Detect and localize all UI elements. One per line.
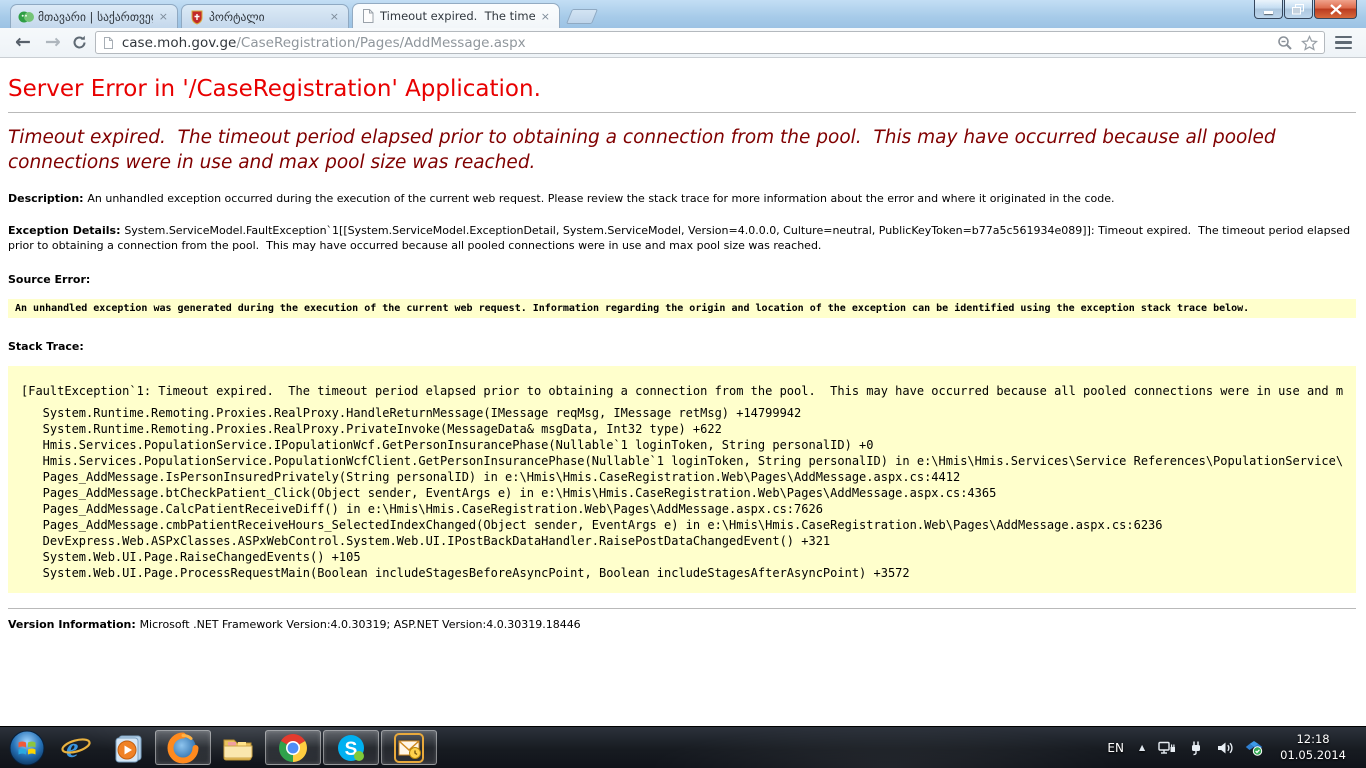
blank-page-icon xyxy=(360,8,376,24)
stack-trace-line: Pages_AddMessage.CalcPatientReceiveDiff(… xyxy=(21,501,1343,517)
browser-window: მთავარი | საქართველოს × პორტალი × Timeou… xyxy=(0,0,1366,726)
tab-title: პორტალი xyxy=(209,10,324,24)
outlook-icon xyxy=(393,732,425,764)
skype-icon: S xyxy=(335,732,367,764)
forward-button[interactable]: → xyxy=(38,33,68,52)
georgia-coat-of-arms-icon xyxy=(189,9,205,25)
language-indicator[interactable]: EN xyxy=(1105,741,1126,755)
clock-time: 12:18 xyxy=(1280,732,1346,748)
page-icon xyxy=(102,36,115,50)
stack-trace-line: DevExpress.Web.ASPxClasses.ASPxWebContro… xyxy=(21,533,1343,549)
maximize-button[interactable] xyxy=(1284,0,1313,19)
page-title: Server Error in '/CaseRegistration' Appl… xyxy=(8,76,1356,102)
volume-icon[interactable] xyxy=(1216,740,1234,756)
folder-icon xyxy=(221,734,255,762)
stack-trace-box: [FaultException`1: Timeout expired. The … xyxy=(8,366,1356,593)
reload-button[interactable] xyxy=(68,35,95,50)
stack-trace-line: Hmis.Services.PopulationService.Populati… xyxy=(21,453,1343,469)
new-tab-button[interactable] xyxy=(566,9,598,24)
taskbar-firefox[interactable] xyxy=(155,730,211,765)
tab-title: Timeout expired. The timeout period elap… xyxy=(380,9,535,23)
firefox-icon xyxy=(167,732,199,764)
back-button[interactable]: ← xyxy=(8,33,38,52)
version-text: Microsoft .NET Framework Version:4.0.303… xyxy=(140,618,581,631)
stack-trace-line: Hmis.Services.PopulationService.IPopulat… xyxy=(21,437,1343,453)
url-host: case.moh.gov.ge xyxy=(122,35,237,51)
minimize-button[interactable] xyxy=(1254,0,1283,19)
description-row: Description: An unhandled exception occu… xyxy=(8,192,1356,207)
tray-expand-button[interactable]: ▲ xyxy=(1137,743,1147,752)
stack-trace-line: System.Runtime.Remoting.Proxies.RealProx… xyxy=(21,421,1343,437)
taskbar-clock[interactable]: 12:18 01.05.2014 xyxy=(1274,732,1352,763)
green-masks-icon xyxy=(18,9,34,25)
svg-text:e: e xyxy=(66,733,78,764)
stack-trace-line: [FaultException`1: Timeout expired. The … xyxy=(21,383,1343,399)
description-text: An unhandled exception occurred during t… xyxy=(87,192,1114,205)
description-label: Description: xyxy=(8,192,87,205)
stack-trace-line: System.Runtime.Remoting.Proxies.RealProx… xyxy=(21,405,1343,421)
source-error-box: An unhandled exception was generated dur… xyxy=(8,299,1356,318)
zoom-icon[interactable] xyxy=(1277,35,1293,51)
source-error-label: Source Error: xyxy=(8,273,1356,286)
stack-trace-label: Stack Trace: xyxy=(8,340,1356,353)
power-plug-icon[interactable] xyxy=(1187,740,1205,756)
divider xyxy=(8,608,1356,609)
exception-text: System.ServiceModel.FaultException`1[[Sy… xyxy=(8,224,1354,252)
taskbar-media-player[interactable] xyxy=(102,728,154,768)
windows-logo-icon xyxy=(8,729,46,767)
taskbar-file-explorer[interactable] xyxy=(212,728,264,768)
stack-trace-line: Pages_AddMessage.btCheckPatient_Click(Ob… xyxy=(21,485,1343,501)
divider xyxy=(8,112,1356,113)
stack-trace-line: System.Web.UI.Page.RaiseChangedEvents() … xyxy=(21,549,1343,565)
tab-portal[interactable]: პორტალი × xyxy=(181,4,349,28)
tab-close-icon[interactable]: × xyxy=(328,11,341,22)
minimize-icon xyxy=(1264,11,1273,14)
start-button[interactable] xyxy=(4,727,50,768)
media-player-icon xyxy=(112,732,144,764)
taskbar-chrome[interactable] xyxy=(265,730,321,765)
clock-date: 01.05.2014 xyxy=(1280,748,1346,764)
network-icon[interactable] xyxy=(1158,740,1176,756)
system-tray: EN ▲ 12:18 01.05.2014 xyxy=(1105,732,1362,763)
stack-trace-line: System.Web.UI.Page.ProcessRequestMain(Bo… xyxy=(21,565,1343,581)
tab-timeout-error[interactable]: Timeout expired. The timeout period elap… xyxy=(352,3,560,28)
browser-toolbar: ← → case.moh.gov.ge/CaseRegistration/Pag… xyxy=(0,28,1366,58)
address-bar[interactable]: case.moh.gov.ge/CaseRegistration/Pages/A… xyxy=(95,31,1325,54)
taskbar-skype[interactable]: S xyxy=(323,730,379,765)
tab-close-icon[interactable]: × xyxy=(157,11,170,22)
exception-row: Exception Details: System.ServiceModel.F… xyxy=(8,224,1356,254)
chrome-icon xyxy=(277,732,309,764)
chrome-menu-button[interactable] xyxy=(1325,36,1358,50)
tab-strip: მთავარი | საქართველოს × პორტალი × Timeou… xyxy=(0,0,1366,28)
internet-explorer-icon: e xyxy=(60,732,92,764)
version-label: Version Information: xyxy=(8,618,140,631)
restore-icon xyxy=(1292,4,1305,15)
exception-label: Exception Details: xyxy=(8,224,124,237)
error-page: Server Error in '/CaseRegistration' Appl… xyxy=(0,58,1366,726)
tab-close-icon[interactable]: × xyxy=(539,11,552,22)
taskbar-internet-explorer[interactable]: e xyxy=(50,728,102,768)
tab-title: მთავარი | საქართველოს xyxy=(38,10,153,24)
close-button[interactable] xyxy=(1314,0,1357,19)
close-icon xyxy=(1330,4,1342,15)
taskbar-outlook[interactable] xyxy=(381,730,437,765)
taskbar: e xyxy=(0,726,1366,768)
error-message: Timeout expired. The timeout period elap… xyxy=(8,126,1356,176)
bookmark-star-icon[interactable] xyxy=(1301,35,1318,51)
tab-home-georgia[interactable]: მთავარი | საქართველოს × xyxy=(10,4,178,28)
stack-trace-line: Pages_AddMessage.cmbPatientReceiveHours_… xyxy=(21,517,1343,533)
dropbox-icon[interactable] xyxy=(1245,740,1263,756)
version-row: Version Information: Microsoft .NET Fram… xyxy=(8,618,1356,631)
stack-trace-line: Pages_AddMessage.IsPersonInsuredPrivatel… xyxy=(21,469,1343,485)
window-controls xyxy=(1254,0,1357,19)
reload-icon xyxy=(72,35,87,50)
url-path: /CaseRegistration/Pages/AddMessage.aspx xyxy=(236,35,525,51)
